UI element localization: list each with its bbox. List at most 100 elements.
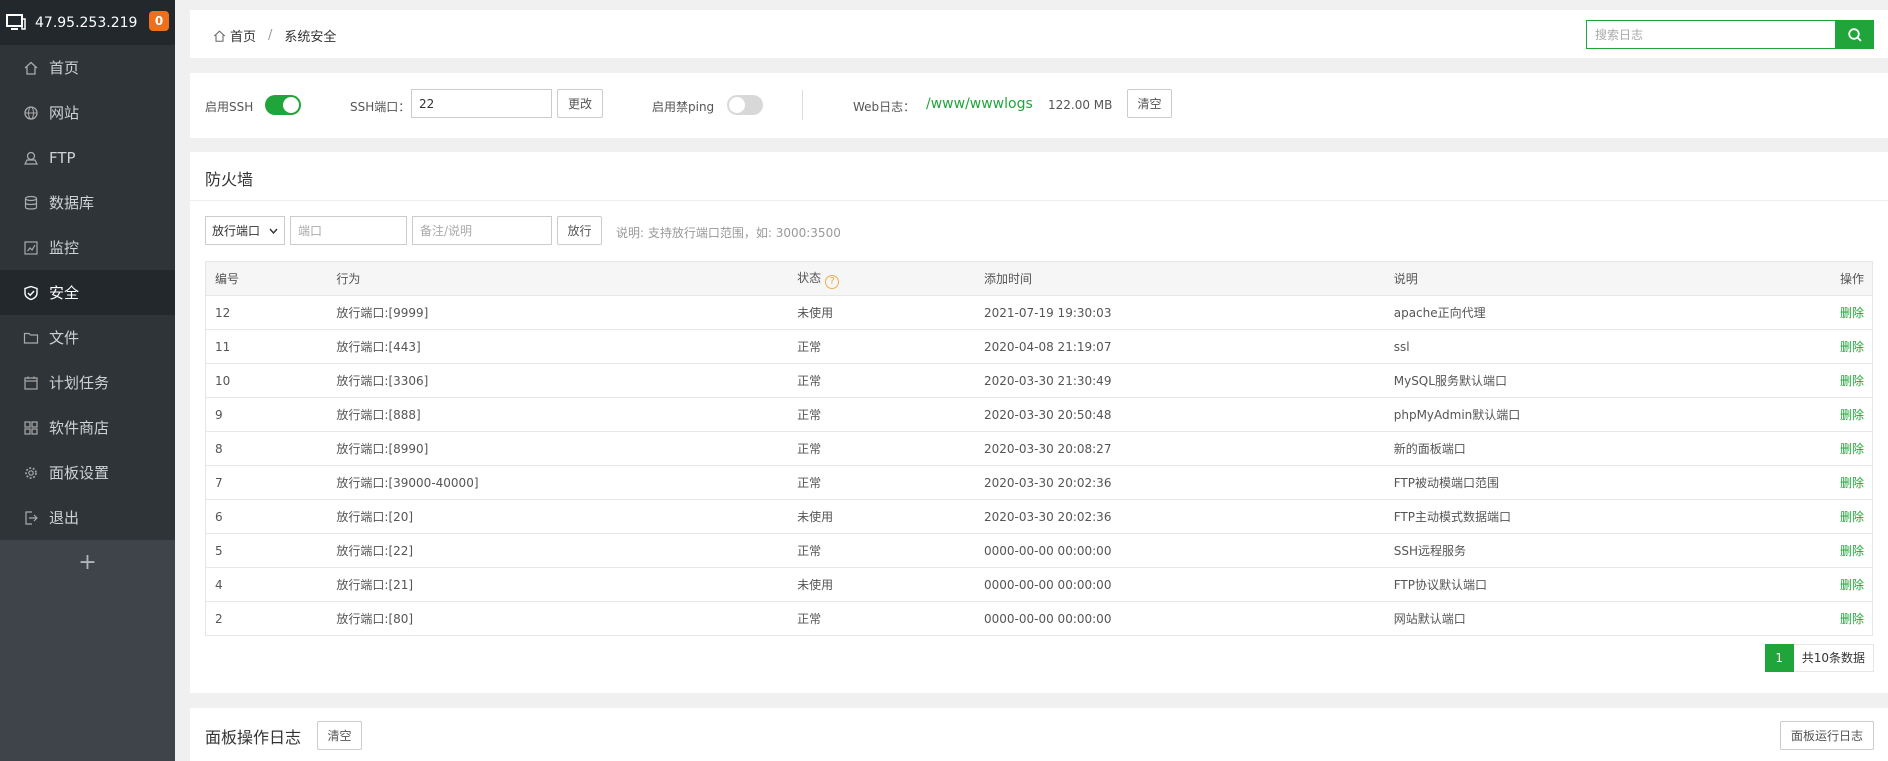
cell-op: 删除 [1719, 499, 1873, 534]
ssh-port-input[interactable] [411, 89, 552, 118]
table-row: 5 放行端口:[22] 正常 0000-00-00 00:00:00 SSH远程服务 删除 [205, 533, 1873, 568]
cell-op: 删除 [1719, 601, 1873, 636]
sidebar-item-monitor[interactable]: 监控 [0, 225, 175, 270]
cell-id: 11 [205, 329, 328, 364]
cell-status: 未使用 [788, 295, 975, 330]
add-menu-button[interactable]: + [0, 540, 175, 585]
delete-link[interactable]: 删除 [1840, 612, 1864, 626]
log-search-button[interactable] [1836, 20, 1874, 49]
clear-weblog-button[interactable]: 清空 [1127, 89, 1172, 118]
cell-action: 放行端口:[21] [327, 567, 789, 602]
port-input[interactable] [290, 216, 407, 245]
cell-desc: 新的面板端口 [1384, 431, 1720, 466]
cell-status: 正常 [788, 363, 975, 398]
sidebar-item-label: 退出 [49, 509, 80, 527]
sidebar-item-label: 数据库 [49, 194, 95, 212]
table-row: 10 放行端口:[3306] 正常 2020-03-30 21:30:49 MySQL服… [205, 363, 1873, 398]
sidebar-item-settings[interactable]: 面板设置 [0, 450, 175, 495]
total-count: 共10条数据 [1793, 644, 1874, 672]
folder-icon [23, 332, 39, 344]
weblog-path-link[interactable]: /www/wwwlogs [926, 96, 1033, 112]
toggle-knob [729, 97, 745, 113]
cell-status: 未使用 [788, 567, 975, 602]
notification-badge[interactable]: 0 [149, 11, 169, 31]
delete-link[interactable]: 删除 [1840, 544, 1864, 558]
delete-link[interactable]: 删除 [1840, 476, 1864, 490]
delete-link[interactable]: 删除 [1840, 510, 1864, 524]
home-icon [213, 29, 226, 42]
sidebar-item-website[interactable]: 网站 [0, 90, 175, 135]
cell-status: 正常 [788, 601, 975, 636]
page-number-current[interactable]: 1 [1764, 644, 1794, 672]
calendar-icon [24, 376, 38, 390]
delete-link[interactable]: 删除 [1840, 408, 1864, 422]
ftp-icon [24, 151, 38, 165]
cell-action: 放行端口:[9999] [327, 295, 789, 330]
cell-status: 正常 [788, 533, 975, 568]
sidebar-item-label: 软件商店 [49, 419, 110, 437]
grid-icon [24, 420, 38, 435]
sidebar-item-label: 首页 [49, 59, 80, 77]
cell-time: 2020-04-08 21:19:07 [975, 329, 1385, 364]
panel-run-log-button[interactable]: 面板运行日志 [1780, 721, 1874, 750]
cell-time: 2020-03-30 20:02:36 [975, 465, 1385, 500]
cell-time: 2021-07-19 19:30:03 [975, 295, 1385, 330]
sidebar-item-database[interactable]: 数据库 [0, 180, 175, 225]
cell-status: 未使用 [788, 499, 975, 534]
ssh-settings: 启用SSH SSH端口： 更改 启用禁ping Web日志： /www/wwwl… [190, 73, 1888, 138]
cell-id: 7 [205, 465, 328, 500]
cell-time: 0000-00-00 00:00:00 [975, 601, 1385, 636]
weblog-size: 122.00 MB [1048, 98, 1113, 112]
breadcrumb: 首页 / 系统安全 [212, 26, 336, 45]
allow-port-button[interactable]: 放行 [557, 216, 602, 245]
sidebar-item-ftp[interactable]: FTP [0, 135, 175, 180]
server-ip: 47.95.253.219 [35, 14, 138, 31]
ping-toggle[interactable] [727, 95, 763, 115]
delete-link[interactable]: 删除 [1840, 578, 1864, 592]
sidebar-item-cron[interactable]: 计划任务 [0, 360, 175, 405]
table-row: 8 放行端口:[8990] 正常 2020-03-30 20:08:27 新的面板端口 删… [205, 431, 1873, 466]
cell-op: 删除 [1719, 397, 1873, 432]
panel-log-title: 面板操作日志 [205, 728, 302, 747]
change-port-button[interactable]: 更改 [557, 89, 603, 118]
delete-link[interactable]: 删除 [1840, 442, 1864, 456]
sidebar-item-store[interactable]: 软件商店 [0, 405, 175, 450]
log-search-input[interactable] [1586, 20, 1836, 49]
breadcrumb-separator: / [268, 28, 273, 43]
breadcrumb-home[interactable]: 首页 [230, 26, 256, 45]
sidebar-item-files[interactable]: 文件 [0, 315, 175, 360]
cell-id: 9 [205, 397, 328, 432]
cell-desc: FTP协议默认端口 [1384, 567, 1720, 602]
sidebar-header: 47.95.253.219 0 [0, 0, 175, 45]
firewall-panel: 防火墙 放行端口 放行 说明: 支持放行端口范围，如: 3000:3500 编号… [190, 152, 1888, 693]
cell-op: 删除 [1719, 295, 1873, 330]
weblog-label: Web日志： [853, 100, 916, 114]
remark-input[interactable] [412, 216, 552, 245]
cell-desc: 网站默认端口 [1384, 601, 1720, 636]
shield-icon [24, 285, 38, 300]
help-icon[interactable]: ? [825, 274, 840, 289]
sidebar-item-security[interactable]: 安全 [0, 270, 175, 315]
search-icon [1848, 27, 1862, 42]
column-header-status: 状态? [788, 261, 975, 296]
delete-link[interactable]: 删除 [1840, 306, 1864, 320]
column-header-id: 编号 [205, 261, 328, 296]
column-header-time: 添加时间 [975, 261, 1385, 296]
cell-id: 4 [205, 567, 328, 602]
monitor-icon [6, 13, 26, 30]
clear-panel-log-button[interactable]: 清空 [317, 721, 362, 750]
chevron-down-icon [269, 228, 278, 234]
cell-time: 0000-00-00 00:00:00 [975, 567, 1385, 602]
chart-icon [24, 240, 38, 255]
delete-link[interactable]: 删除 [1840, 374, 1864, 388]
cell-id: 6 [205, 499, 328, 534]
delete-link[interactable]: 删除 [1840, 340, 1864, 354]
sidebar-item-home[interactable]: 首页 [0, 45, 175, 90]
sidebar-item-label: 面板设置 [49, 464, 110, 482]
cell-op: 删除 [1719, 329, 1873, 364]
sidebar-item-logout[interactable]: 退出 [0, 495, 175, 540]
ssh-toggle[interactable] [265, 95, 301, 115]
sidebar-item-label: 安全 [49, 284, 80, 302]
cell-op: 删除 [1719, 465, 1873, 500]
rule-type-select[interactable]: 放行端口 [205, 216, 285, 245]
